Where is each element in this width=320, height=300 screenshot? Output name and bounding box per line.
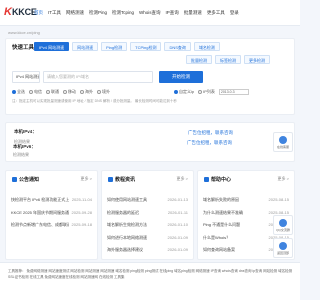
tab-domain[interactable]: 域名检测 bbox=[193, 42, 220, 51]
main-nav: 首页 IT工具 网络测速 检测Ping 检测Tcping Whois查询 IP查… bbox=[34, 8, 239, 18]
option-mobile[interactable]: 移动 bbox=[63, 89, 76, 95]
more-link[interactable]: 更多 > bbox=[177, 176, 188, 182]
option-unicom[interactable]: 联通 bbox=[46, 89, 59, 95]
custom-ip-input[interactable]: 2013.0.3 bbox=[218, 89, 249, 95]
list-item[interactable]: KKCE 2025 年国庆节期间服务通知 2025-09-28 bbox=[11, 208, 92, 221]
side-chat-button[interactable]: 在线客服 bbox=[273, 132, 293, 152]
section-title: 帮助中心 bbox=[204, 176, 231, 183]
tool-tabs-row-1: IPv4 网站测速 网站测速 Ping检测 TCPing检测 DNS查询 域名检… bbox=[34, 42, 220, 51]
list-item[interactable]: 快检测平台 IPv6 检测功能正式上线 2025-11-04 bbox=[11, 195, 92, 208]
radio-icon bbox=[29, 90, 33, 94]
radio-icon bbox=[46, 90, 50, 94]
side-qq-button[interactable]: QQ交流群 bbox=[273, 215, 293, 235]
nav-item-batch[interactable]: 批量测速 bbox=[184, 8, 202, 18]
radio-icon bbox=[174, 90, 178, 94]
list-item[interactable]: 海外服务器选择建议 2026-01-09 bbox=[107, 245, 188, 258]
option-telecom[interactable]: 电信 bbox=[29, 89, 42, 95]
more-link[interactable]: 更多 > bbox=[278, 176, 289, 182]
start-test-button[interactable]: 开始检测 bbox=[159, 71, 203, 83]
option-abroad[interactable]: 境外 bbox=[97, 89, 110, 95]
notice-list: 快检测平台 IPv6 检测功能正式上线 2025-11-04 KKCE 2025 … bbox=[11, 195, 92, 233]
ipv6-block: 本机IPv6： 检测结果 bbox=[5, 135, 155, 160]
nav-item-ping[interactable]: 检测Ping bbox=[89, 8, 107, 18]
option-ip-list[interactable]: IP列表 bbox=[198, 89, 215, 95]
logo[interactable]: K KKCE bbox=[4, 5, 37, 19]
more-link[interactable]: 更多 > bbox=[81, 176, 92, 182]
logo-mark: K bbox=[4, 6, 12, 18]
ad-link-2[interactable]: 广告位招租，联系咨询 bbox=[187, 140, 232, 146]
arrow-up-icon bbox=[279, 242, 287, 250]
list-item[interactable]: 检测节点新增广东电信、成都联通节点2025-09-18 bbox=[11, 220, 92, 233]
list-item[interactable]: 如何使用网站测速工具 2026-01-13 bbox=[107, 195, 188, 208]
breadcrumb: www.kkce.cn/ping bbox=[8, 30, 40, 35]
tool-tabs-row-2: 批量检测 标签检测 更多检测 bbox=[186, 55, 270, 64]
radio-icon bbox=[63, 90, 67, 94]
logo-text: KKCE bbox=[12, 7, 37, 17]
nav-item-login[interactable]: 登录 bbox=[230, 8, 239, 18]
radio-icon bbox=[198, 90, 203, 94]
isp-options: 全选 电信 联通 移动 海外 境外 自定义ip IP列表 2013.0.3 bbox=[12, 89, 249, 95]
site-footer: 工具推荐： 免费网络测速 网站速度测试 网站检测 网站测速 网站测速 域名检测 … bbox=[0, 262, 300, 300]
tool-note: 注：指定主机可以实现批量测速或使用 IP 地址 / 指定 DNS 解析 / 或分… bbox=[12, 99, 177, 103]
list-item[interactable]: 如何进行本地网络测速 2026-01-09 bbox=[107, 233, 188, 246]
nav-item-speedtest[interactable]: 网络测速 bbox=[66, 8, 84, 18]
tab-batch[interactable]: 批量检测 bbox=[186, 55, 212, 64]
protocol-select[interactable]: IPv4 网站测速 bbox=[12, 71, 40, 83]
notice-card: 公告通知 更多 > 快检测平台 IPv6 检测功能正式上线 2025-11-04 … bbox=[5, 170, 98, 260]
tab-ipv4-speedtest[interactable]: IPv4 网站测速 bbox=[34, 42, 70, 51]
option-overseas[interactable]: 海外 bbox=[80, 89, 93, 95]
ipv6-label: 本机IPv6： bbox=[13, 144, 36, 149]
chat-icon bbox=[279, 136, 287, 144]
book-icon bbox=[108, 177, 113, 182]
side-top-button[interactable]: 返回顶部 bbox=[273, 238, 293, 258]
bell-icon bbox=[12, 177, 17, 182]
nav-item-whois[interactable]: Whois查询 bbox=[139, 8, 161, 18]
ad-link-1[interactable]: 广告位招租，联系咨询 bbox=[188, 130, 233, 136]
header-divider bbox=[0, 25, 300, 26]
tool-card: 快速工具： IPv4 网站测速 网站测速 Ping检测 TCPing检测 DNS… bbox=[5, 38, 295, 115]
radio-icon bbox=[12, 90, 16, 94]
tab-tcping[interactable]: TCPing检测 bbox=[130, 42, 162, 51]
option-custom-ip[interactable]: 自定义ip bbox=[174, 89, 194, 95]
nav-item-home[interactable]: 首页 bbox=[34, 8, 43, 18]
radio-icon bbox=[97, 90, 101, 94]
target-input[interactable]: 请输入您要测的 IP/域名 bbox=[43, 71, 153, 83]
tutorial-list: 如何使用网站测速工具 2026-01-13 检测服务器的延迟 2026-01-11 … bbox=[107, 195, 188, 258]
section-title: 公告通知 bbox=[12, 176, 39, 183]
qq-icon bbox=[279, 219, 287, 227]
tutorial-card: 教程资讯 更多 > 如何使用网站测速工具 2026-01-13 检测服务器的延迟 2… bbox=[101, 170, 194, 260]
tab-ping[interactable]: Ping检测 bbox=[101, 42, 128, 51]
section-title: 教程资讯 bbox=[108, 176, 135, 183]
nav-item-it-tools[interactable]: IT工具 bbox=[48, 8, 61, 18]
tab-more[interactable]: 更多检测 bbox=[244, 55, 270, 64]
footer-links: 工具推荐： 免费网络测速 网站速度测试 网站检测 网站测速 网站测速 域名检测 … bbox=[8, 269, 293, 279]
nav-item-more[interactable]: 更多工具 bbox=[207, 8, 225, 18]
nav-item-ip[interactable]: IP查询 bbox=[166, 8, 179, 18]
list-item[interactable]: 检测服务器的延迟 2026-01-11 bbox=[107, 208, 188, 221]
list-item[interactable]: 域名解析失败的原因 2025-08-15 bbox=[203, 195, 289, 208]
nav-item-tcping[interactable]: 检测Tcping bbox=[112, 8, 134, 18]
radio-icon bbox=[80, 90, 84, 94]
option-all[interactable]: 全选 bbox=[12, 89, 25, 95]
help-icon bbox=[204, 177, 209, 182]
tab-dns[interactable]: DNS查询 bbox=[164, 42, 191, 51]
tab-label[interactable]: 标签检测 bbox=[215, 55, 241, 64]
tab-speedtest[interactable]: 网站测速 bbox=[72, 42, 99, 51]
list-item[interactable]: 域名解析生效检测方法 2026-01-10 bbox=[107, 220, 188, 233]
site-header: K KKCE 首页 IT工具 网络测速 检测Ping 检测Tcping Whoi… bbox=[0, 0, 300, 25]
ipv6-value: 检测结果 bbox=[13, 152, 29, 157]
